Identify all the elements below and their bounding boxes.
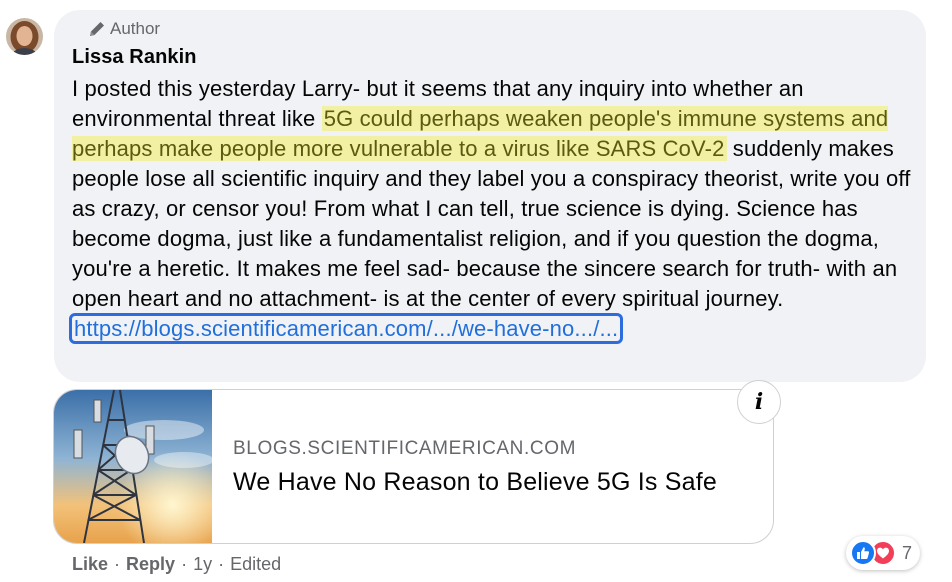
commenter-name[interactable]: Lissa Rankin xyxy=(72,46,197,69)
comment-text-end: suddenly makes people lose all scientifi… xyxy=(72,136,911,311)
separator: · xyxy=(114,554,121,574)
info-button[interactable]: i xyxy=(737,380,781,424)
like-icon xyxy=(850,540,876,566)
preview-title: We Have No Reason to Believe 5G Is Safe xyxy=(233,468,717,496)
reaction-count: 7 xyxy=(902,542,913,563)
separator: · xyxy=(218,554,225,574)
preview-thumbnail xyxy=(54,390,214,543)
reactions-summary[interactable]: 7 xyxy=(846,536,921,570)
comment-thread: Author Lissa Rankin I posted this yester… xyxy=(0,0,952,582)
author-badge-label: Author xyxy=(110,19,161,38)
pencil-icon xyxy=(88,20,106,38)
info-icon: i xyxy=(754,389,764,415)
edited-label[interactable]: Edited xyxy=(230,554,281,575)
article-link[interactable]: https://blogs.scientificamerican.com/...… xyxy=(68,313,624,344)
comment-actions: Like · Reply · 1y · Edited xyxy=(72,554,281,575)
author-badge: Author xyxy=(88,19,160,39)
timestamp[interactable]: 1y xyxy=(193,554,212,575)
link-preview-card[interactable]: BLOGS.SCIENTIFICAMERICAN.COM We Have No … xyxy=(53,389,774,544)
like-button[interactable]: Like xyxy=(72,554,108,575)
separator: · xyxy=(181,554,188,574)
reply-button[interactable]: Reply xyxy=(126,554,175,575)
avatar[interactable] xyxy=(6,18,43,55)
avatar-photo xyxy=(6,18,43,55)
comment-text: I posted this yesterday Larry- but it se… xyxy=(68,74,920,344)
preview-domain: BLOGS.SCIENTIFICAMERICAN.COM xyxy=(233,438,577,459)
